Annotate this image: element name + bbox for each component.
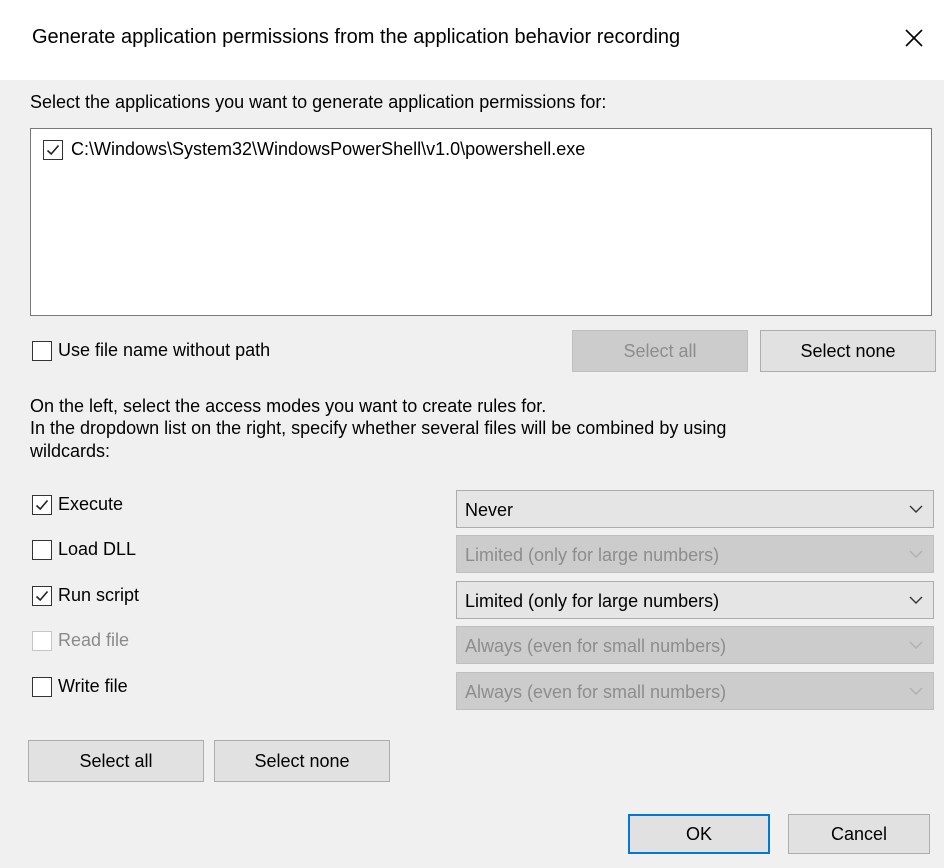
checkbox-checked-icon[interactable] bbox=[32, 585, 52, 606]
dropdown-value: Always (even for small numbers) bbox=[465, 636, 727, 656]
instructions-line-2: In the dropdown list on the right, speci… bbox=[30, 418, 727, 438]
dropdown-value: Always (even for small numbers) bbox=[465, 682, 727, 702]
checkbox-checked-icon[interactable] bbox=[32, 494, 52, 515]
load-dll-wildcard-dropdown[interactable]: Limited (only for large numbers) bbox=[456, 535, 934, 573]
dropdown-value: Limited (only for large numbers) bbox=[465, 591, 720, 611]
mode-write-file-label: Write file bbox=[58, 676, 128, 696]
close-button[interactable] bbox=[884, 10, 944, 66]
write-file-wildcard-dropdown[interactable]: Always (even for small numbers) bbox=[456, 672, 934, 710]
chevron-down-icon bbox=[909, 687, 923, 695]
checkbox-disabled-icon[interactable] bbox=[32, 630, 52, 651]
list-item[interactable]: C:\Windows\System32\WindowsPowerShell\v1… bbox=[43, 139, 585, 160]
ok-button[interactable]: OK bbox=[628, 814, 770, 854]
instructions-line-3: wildcards: bbox=[30, 441, 111, 461]
mode-execute-checkbox[interactable]: Execute bbox=[32, 494, 123, 515]
chevron-down-icon bbox=[909, 550, 923, 558]
mode-read-file-label: Read file bbox=[58, 630, 130, 650]
application-path: C:\Windows\System32\WindowsPowerShell\v1… bbox=[71, 139, 586, 159]
applications-select-all-button[interactable]: Select all bbox=[572, 330, 748, 372]
title-bar: Generate application permissions from th… bbox=[0, 0, 944, 80]
cancel-button[interactable]: Cancel bbox=[788, 814, 930, 854]
mode-run-script-label: Run script bbox=[58, 585, 140, 605]
run-script-wildcard-dropdown[interactable]: Limited (only for large numbers) bbox=[456, 581, 934, 619]
applications-prompt: Select the applications you want to gene… bbox=[30, 92, 607, 112]
checkbox-checked-icon[interactable] bbox=[43, 139, 63, 160]
chevron-down-icon bbox=[909, 505, 923, 513]
read-file-wildcard-dropdown[interactable]: Always (even for small numbers) bbox=[456, 626, 934, 664]
dropdown-value: Limited (only for large numbers) bbox=[465, 545, 720, 565]
checkbox-unchecked-icon[interactable] bbox=[32, 676, 52, 697]
dialog-content: Select the applications you want to gene… bbox=[0, 80, 944, 868]
mode-read-file-checkbox[interactable]: Read file bbox=[32, 630, 129, 651]
mode-write-file-checkbox[interactable]: Write file bbox=[32, 676, 128, 697]
checkbox-unchecked-icon[interactable] bbox=[32, 340, 52, 361]
close-icon bbox=[905, 29, 923, 47]
applications-list[interactable]: C:\Windows\System32\WindowsPowerShell\v1… bbox=[30, 128, 932, 316]
use-file-name-label: Use file name without path bbox=[58, 340, 271, 360]
modes-select-all-button[interactable]: Select all bbox=[28, 740, 204, 782]
mode-run-script-checkbox[interactable]: Run script bbox=[32, 585, 139, 606]
mode-execute-label: Execute bbox=[58, 494, 124, 514]
chevron-down-icon bbox=[909, 641, 923, 649]
chevron-down-icon bbox=[909, 596, 923, 604]
dropdown-value: Never bbox=[465, 500, 514, 520]
mode-load-dll-checkbox[interactable]: Load DLL bbox=[32, 539, 136, 560]
mode-load-dll-label: Load DLL bbox=[58, 539, 137, 559]
execute-wildcard-dropdown[interactable]: Never bbox=[456, 490, 934, 528]
use-file-name-checkbox[interactable]: Use file name without path bbox=[32, 340, 270, 361]
checkbox-unchecked-icon[interactable] bbox=[32, 539, 52, 560]
window-title: Generate application permissions from th… bbox=[32, 26, 681, 48]
applications-select-none-button[interactable]: Select none bbox=[760, 330, 936, 372]
instructions-line-1: On the left, select the access modes you… bbox=[30, 396, 547, 416]
modes-select-none-button[interactable]: Select none bbox=[214, 740, 390, 782]
